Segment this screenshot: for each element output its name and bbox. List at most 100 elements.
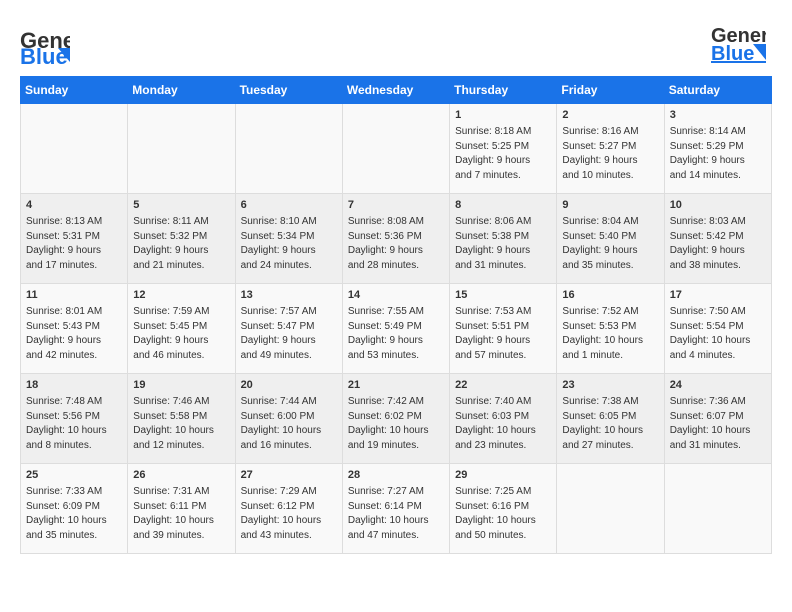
calendar-cell: 20Sunrise: 7:44 AM Sunset: 6:00 PM Dayli… bbox=[235, 374, 342, 464]
day-info: Sunrise: 7:40 AM Sunset: 6:03 PM Dayligh… bbox=[455, 395, 551, 453]
calendar-cell: 29 Sunrise: 7:25 AM Sunset: 6:16 PM Dayli… bbox=[450, 464, 557, 554]
calendar-cell: 27 Sunrise: 7:29 AM Sunset: 6:12 PM Dayli… bbox=[235, 464, 342, 554]
day-number: 15 bbox=[455, 288, 551, 303]
day-number: 17 bbox=[670, 288, 766, 303]
day-info: Sunrise: 7:42 AM Sunset: 6:02 PM Dayligh… bbox=[348, 395, 444, 453]
day-info: Sunrise: 8:08 AM Sunset: 5:36 PM Dayligh… bbox=[348, 215, 444, 273]
day-number: 3 bbox=[670, 108, 766, 123]
day-info: Sunrise: 7:27 AM Sunset: 6:14 PM Dayligh… bbox=[348, 485, 444, 543]
calendar-cell: 24Sunrise: 7:36 AM Sunset: 6:07 PM Dayli… bbox=[664, 374, 771, 464]
day-info: Sunrise: 7:44 AM Sunset: 6:00 PM Dayligh… bbox=[241, 395, 337, 453]
logo: General Blue bbox=[20, 20, 70, 65]
day-number: 18 bbox=[26, 378, 122, 393]
col-header-thursday: Thursday bbox=[450, 77, 557, 104]
calendar-cell: 4Sunrise: 8:13 AM Sunset: 5:31 PM Daylig… bbox=[21, 194, 128, 284]
calendar-cell: 13Sunrise: 7:57 AM Sunset: 5:47 PM Dayli… bbox=[235, 284, 342, 374]
calendar-cell: 9 Sunrise: 8:04 AM Sunset: 5:40 PM Daylig… bbox=[557, 194, 664, 284]
week-row-2: 4Sunrise: 8:13 AM Sunset: 5:31 PM Daylig… bbox=[21, 194, 772, 284]
day-info: Sunrise: 8:04 AM Sunset: 5:40 PM Dayligh… bbox=[562, 215, 658, 273]
col-header-monday: Monday bbox=[128, 77, 235, 104]
day-info: Sunrise: 7:55 AM Sunset: 5:49 PM Dayligh… bbox=[348, 305, 444, 363]
day-number: 12 bbox=[133, 288, 229, 303]
calendar-cell: 8 Sunrise: 8:06 AM Sunset: 5:38 PM Daylig… bbox=[450, 194, 557, 284]
col-header-wednesday: Wednesday bbox=[342, 77, 449, 104]
week-row-3: 11 Sunrise: 8:01 AM Sunset: 5:43 PM Dayli… bbox=[21, 284, 772, 374]
day-number: 8 bbox=[455, 198, 551, 213]
calendar-cell bbox=[128, 104, 235, 194]
day-number: 23 bbox=[562, 378, 658, 393]
day-number: 28 bbox=[348, 468, 444, 483]
calendar-cell: 21 Sunrise: 7:42 AM Sunset: 6:02 PM Dayli… bbox=[342, 374, 449, 464]
calendar-cell: 15 Sunrise: 7:53 AM Sunset: 5:51 PM Dayli… bbox=[450, 284, 557, 374]
day-info: Sunrise: 7:53 AM Sunset: 5:51 PM Dayligh… bbox=[455, 305, 551, 363]
day-number: 16 bbox=[562, 288, 658, 303]
day-info: Sunrise: 7:59 AM Sunset: 5:45 PM Dayligh… bbox=[133, 305, 229, 363]
day-info: Sunrise: 7:25 AM Sunset: 6:16 PM Dayligh… bbox=[455, 485, 551, 543]
calendar-cell: 12 Sunrise: 7:59 AM Sunset: 5:45 PM Dayli… bbox=[128, 284, 235, 374]
calendar-cell bbox=[664, 464, 771, 554]
day-info: Sunrise: 8:10 AM Sunset: 5:34 PM Dayligh… bbox=[241, 215, 337, 273]
day-info: Sunrise: 7:48 AM Sunset: 5:56 PM Dayligh… bbox=[26, 395, 122, 453]
calendar-cell: 6 Sunrise: 8:10 AM Sunset: 5:34 PM Daylig… bbox=[235, 194, 342, 284]
day-info: Sunrise: 8:01 AM Sunset: 5:43 PM Dayligh… bbox=[26, 305, 122, 363]
col-header-tuesday: Tuesday bbox=[235, 77, 342, 104]
day-info: Sunrise: 7:46 AM Sunset: 5:58 PM Dayligh… bbox=[133, 395, 229, 453]
calendar-cell: 5 Sunrise: 8:11 AM Sunset: 5:32 PM Daylig… bbox=[128, 194, 235, 284]
col-header-friday: Friday bbox=[557, 77, 664, 104]
calendar-cell: 28 Sunrise: 7:27 AM Sunset: 6:14 PM Dayli… bbox=[342, 464, 449, 554]
day-info: Sunrise: 7:36 AM Sunset: 6:07 PM Dayligh… bbox=[670, 395, 766, 453]
calendar-cell: 2Sunrise: 8:16 AM Sunset: 5:27 PM Daylig… bbox=[557, 104, 664, 194]
calendar-cell: 22 Sunrise: 7:40 AM Sunset: 6:03 PM Dayli… bbox=[450, 374, 557, 464]
day-number: 10 bbox=[670, 198, 766, 213]
day-info: Sunrise: 8:03 AM Sunset: 5:42 PM Dayligh… bbox=[670, 215, 766, 273]
logo-icon: General Blue bbox=[20, 20, 70, 65]
day-number: 2 bbox=[562, 108, 658, 123]
page-header: General Blue General Blue bbox=[20, 20, 772, 70]
day-info: Sunrise: 7:31 AM Sunset: 6:11 PM Dayligh… bbox=[133, 485, 229, 543]
calendar-cell: 19 Sunrise: 7:46 AM Sunset: 5:58 PM Dayli… bbox=[128, 374, 235, 464]
calendar-cell bbox=[342, 104, 449, 194]
calendar-cell: 7 Sunrise: 8:08 AM Sunset: 5:36 PM Daylig… bbox=[342, 194, 449, 284]
day-number: 7 bbox=[348, 198, 444, 213]
calendar-cell: 23 Sunrise: 7:38 AM Sunset: 6:05 PM Dayli… bbox=[557, 374, 664, 464]
day-info: Sunrise: 8:11 AM Sunset: 5:32 PM Dayligh… bbox=[133, 215, 229, 273]
day-info: Sunrise: 7:50 AM Sunset: 5:54 PM Dayligh… bbox=[670, 305, 766, 363]
day-info: Sunrise: 7:38 AM Sunset: 6:05 PM Dayligh… bbox=[562, 395, 658, 453]
calendar-cell: 17 Sunrise: 7:50 AM Sunset: 5:54 PM Dayli… bbox=[664, 284, 771, 374]
calendar-table: SundayMondayTuesdayWednesdayThursdayFrid… bbox=[20, 76, 772, 554]
day-number: 25 bbox=[26, 468, 122, 483]
day-number: 21 bbox=[348, 378, 444, 393]
day-info: Sunrise: 7:33 AM Sunset: 6:09 PM Dayligh… bbox=[26, 485, 122, 543]
day-number: 29 bbox=[455, 468, 551, 483]
calendar-cell: 10 Sunrise: 8:03 AM Sunset: 5:42 PM Dayli… bbox=[664, 194, 771, 284]
day-number: 4 bbox=[26, 198, 122, 213]
calendar-cell: 25 Sunrise: 7:33 AM Sunset: 6:09 PM Dayli… bbox=[21, 464, 128, 554]
day-info: Sunrise: 8:14 AM Sunset: 5:29 PM Dayligh… bbox=[670, 125, 766, 183]
calendar-cell: 11 Sunrise: 8:01 AM Sunset: 5:43 PM Dayli… bbox=[21, 284, 128, 374]
calendar-cell: 3 Sunrise: 8:14 AM Sunset: 5:29 PM Daylig… bbox=[664, 104, 771, 194]
day-number: 9 bbox=[562, 198, 658, 213]
day-number: 14 bbox=[348, 288, 444, 303]
day-number: 27 bbox=[241, 468, 337, 483]
col-header-saturday: Saturday bbox=[664, 77, 771, 104]
day-number: 19 bbox=[133, 378, 229, 393]
week-row-5: 25 Sunrise: 7:33 AM Sunset: 6:09 PM Dayli… bbox=[21, 464, 772, 554]
day-info: Sunrise: 8:18 AM Sunset: 5:25 PM Dayligh… bbox=[455, 125, 551, 183]
day-info: Sunrise: 7:52 AM Sunset: 5:53 PM Dayligh… bbox=[562, 305, 658, 363]
day-number: 6 bbox=[241, 198, 337, 213]
calendar-cell: 16 Sunrise: 7:52 AM Sunset: 5:53 PM Dayli… bbox=[557, 284, 664, 374]
day-info: Sunrise: 8:06 AM Sunset: 5:38 PM Dayligh… bbox=[455, 215, 551, 273]
calendar-cell: 18 Sunrise: 7:48 AM Sunset: 5:56 PM Dayli… bbox=[21, 374, 128, 464]
logo-main: General Blue bbox=[711, 20, 766, 70]
day-number: 26 bbox=[133, 468, 229, 483]
svg-text:Blue: Blue bbox=[20, 44, 68, 65]
calendar-cell: 14 Sunrise: 7:55 AM Sunset: 5:49 PM Dayli… bbox=[342, 284, 449, 374]
week-row-4: 18 Sunrise: 7:48 AM Sunset: 5:56 PM Dayli… bbox=[21, 374, 772, 464]
day-number: 11 bbox=[26, 288, 122, 303]
day-number: 13 bbox=[241, 288, 337, 303]
calendar-cell bbox=[557, 464, 664, 554]
col-header-sunday: Sunday bbox=[21, 77, 128, 104]
day-number: 22 bbox=[455, 378, 551, 393]
day-info: Sunrise: 7:29 AM Sunset: 6:12 PM Dayligh… bbox=[241, 485, 337, 543]
day-number: 5 bbox=[133, 198, 229, 213]
